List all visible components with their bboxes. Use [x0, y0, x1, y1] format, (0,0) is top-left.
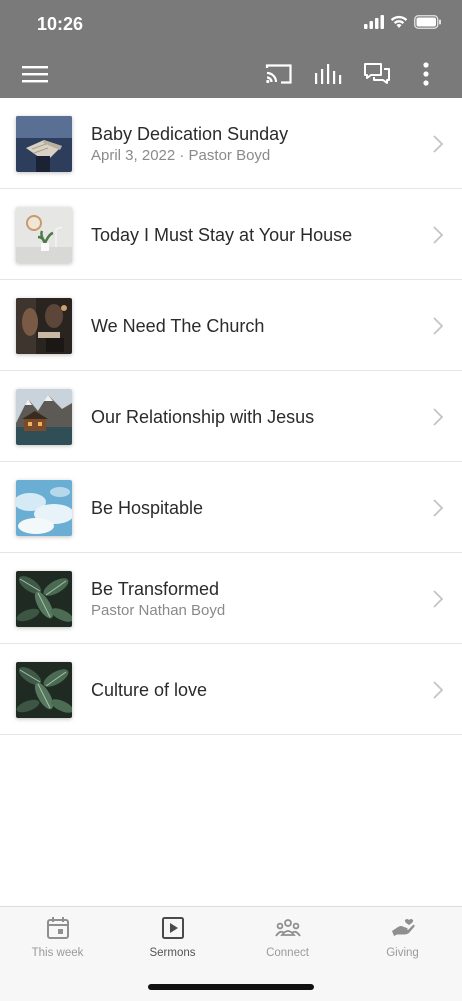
sermon-title: Be Hospitable [91, 498, 204, 518]
tab-label: This week [31, 947, 84, 959]
tab-label: Connect [266, 947, 309, 959]
sermon-thumbnail [16, 207, 72, 263]
sermon-title: Baby Dedication Sunday [91, 124, 289, 144]
play-square-icon [161, 917, 184, 939]
list-item[interactable]: Culture of love [0, 644, 462, 735]
list-item[interactable]: Be Hospitable [0, 462, 462, 553]
more-vertical-icon[interactable] [410, 58, 442, 90]
sermon-thumbnail [16, 480, 72, 536]
sermon-list: Baby Dedication Sunday April 3, 2022 · P… [0, 98, 462, 735]
tab-label: Sermons [149, 947, 196, 959]
wifi-icon [390, 15, 408, 28]
battery-icon [414, 15, 441, 29]
tab-label: Giving [386, 947, 419, 959]
giving-hand-icon [391, 919, 415, 936]
top-toolbar [0, 48, 462, 98]
status-time: 10:26 [37, 14, 84, 34]
chevron-right-icon [433, 408, 444, 426]
tab-connect[interactable]: Connect [230, 915, 345, 965]
sermon-thumbnail [16, 389, 72, 445]
status-icons [364, 15, 442, 29]
sermon-title: Culture of love [91, 680, 208, 700]
chevron-right-icon [433, 317, 444, 335]
sermon-title: Today I Must Stay at Your House [91, 225, 353, 245]
signal-icon [364, 15, 384, 29]
list-item[interactable]: We Need The Church [0, 280, 462, 371]
calendar-icon [46, 917, 69, 939]
cast-icon[interactable] [263, 58, 295, 90]
tab-sermons[interactable]: Sermons [115, 915, 230, 965]
people-group-icon [274, 919, 301, 937]
sermon-title: Be Transformed [91, 579, 220, 599]
audio-bars-icon[interactable] [312, 58, 344, 90]
sermon-thumbnail [16, 571, 72, 627]
chevron-right-icon [433, 681, 444, 699]
chevron-right-icon [433, 226, 444, 244]
sermon-thumbnail [16, 116, 72, 172]
chevron-right-icon [433, 135, 444, 153]
sermon-thumbnail [16, 298, 72, 354]
tab-this-week[interactable]: This week [0, 915, 115, 965]
sermon-title: Our Relationship with Jesus [91, 407, 315, 427]
sermon-subtitle: April 3, 2022 · Pastor Boyd [91, 147, 271, 164]
list-item[interactable]: Baby Dedication Sunday April 3, 2022 · P… [0, 98, 462, 189]
sermon-thumbnail [16, 662, 72, 718]
list-item[interactable]: Be Transformed Pastor Nathan Boyd [0, 553, 462, 644]
sermon-title: We Need The Church [91, 316, 265, 336]
chat-icon[interactable] [361, 58, 393, 90]
tab-giving[interactable]: Giving [345, 915, 460, 965]
status-bar: 10:26 [0, 0, 462, 48]
sermon-subtitle: Pastor Nathan Boyd [91, 602, 226, 619]
home-indicator[interactable] [148, 984, 314, 990]
chevron-right-icon [433, 590, 444, 608]
list-item[interactable]: Our Relationship with Jesus [0, 371, 462, 462]
chevron-right-icon [433, 499, 444, 517]
menu-icon[interactable] [19, 58, 51, 90]
list-item[interactable]: Today I Must Stay at Your House [0, 189, 462, 280]
